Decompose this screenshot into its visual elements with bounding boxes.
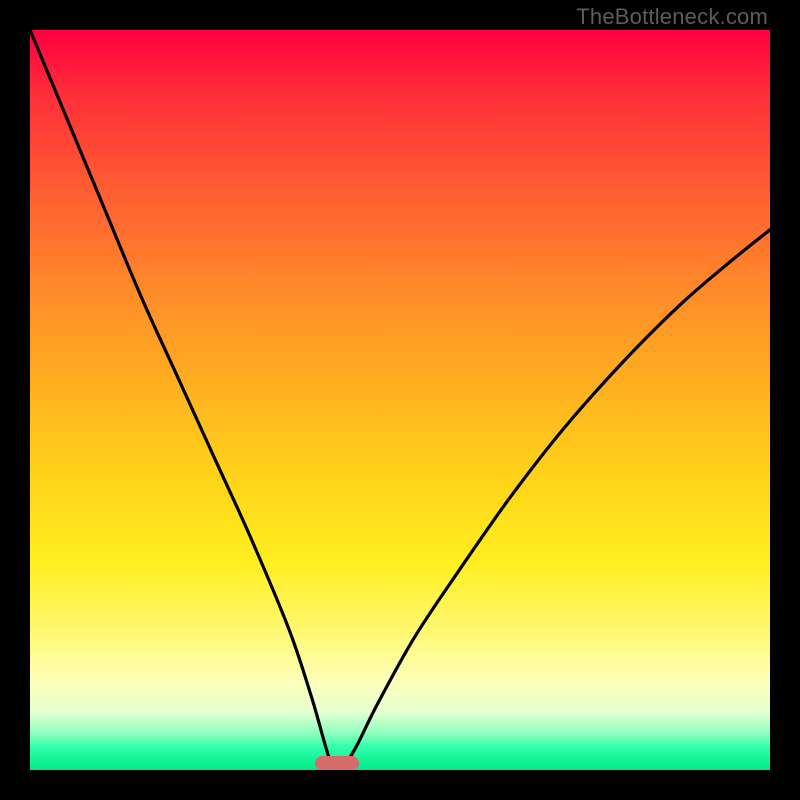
watermark-text: TheBottleneck.com bbox=[576, 4, 768, 30]
optimal-marker bbox=[315, 756, 359, 770]
chart-frame: TheBottleneck.com bbox=[0, 0, 800, 800]
plot-area bbox=[30, 30, 770, 770]
bottleneck-curve bbox=[30, 30, 770, 770]
curve-path bbox=[30, 30, 770, 770]
